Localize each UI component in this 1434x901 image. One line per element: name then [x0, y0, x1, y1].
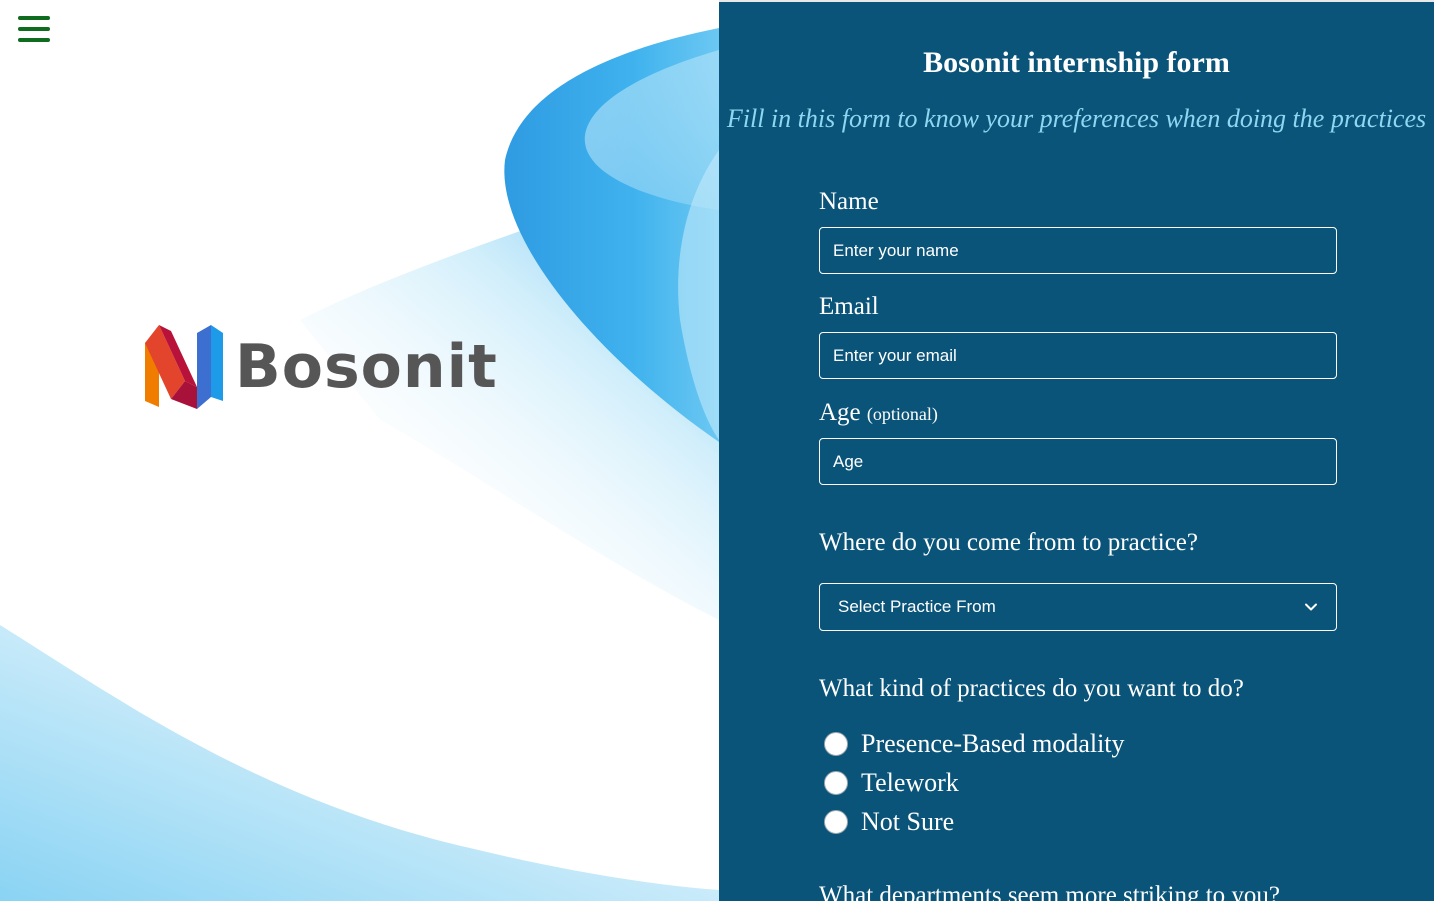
- age-optional-note: (optional): [866, 404, 938, 424]
- radio-label: Not Sure: [861, 807, 955, 836]
- brand-name: Bosonit: [235, 332, 498, 402]
- hero-panel: Bosonit: [0, 0, 719, 901]
- bosonit-logo-icon: [145, 325, 223, 409]
- radio-button[interactable]: [824, 810, 848, 834]
- practice-from-select[interactable]: Select Practice From: [819, 583, 1337, 631]
- radio-option-not-sure[interactable]: Not Sure: [824, 807, 954, 837]
- form-title: Bosonit internship form: [923, 46, 1230, 79]
- chevron-down-icon: [1305, 603, 1317, 611]
- age-label: Age (optional): [819, 399, 938, 427]
- page: Bosonit Bosonit internship form Fill in …: [0, 0, 1434, 901]
- radio-option-presence[interactable]: Presence-Based modality: [824, 729, 1125, 759]
- practice-kind-question: What kind of practices do you want to do…: [819, 675, 1244, 702]
- departments-question: What departments seem more striking to y…: [819, 882, 1280, 901]
- form-subtitle: Fill in this form to know your preferenc…: [726, 104, 1427, 133]
- radio-label: Presence-Based modality: [861, 729, 1125, 758]
- radio-button[interactable]: [824, 732, 848, 756]
- radio-label: Telework: [861, 768, 959, 797]
- origin-question: Where do you come from to practice?: [819, 529, 1198, 556]
- email-input[interactable]: [819, 332, 1337, 379]
- radio-button[interactable]: [824, 771, 848, 795]
- name-label: Name: [819, 188, 879, 215]
- bosonit-logo: Bosonit: [145, 325, 498, 409]
- wave-background: [0, 28, 719, 901]
- practice-from-selected-value: Select Practice From: [838, 597, 996, 616]
- name-input[interactable]: [819, 227, 1337, 274]
- radio-option-telework[interactable]: Telework: [824, 768, 959, 798]
- age-label-text: Age: [819, 399, 861, 426]
- age-input[interactable]: [819, 438, 1337, 485]
- email-label: Email: [819, 293, 879, 320]
- form-panel: Bosonit internship form Fill in this for…: [719, 0, 1434, 901]
- hamburger-menu-icon[interactable]: [18, 16, 50, 46]
